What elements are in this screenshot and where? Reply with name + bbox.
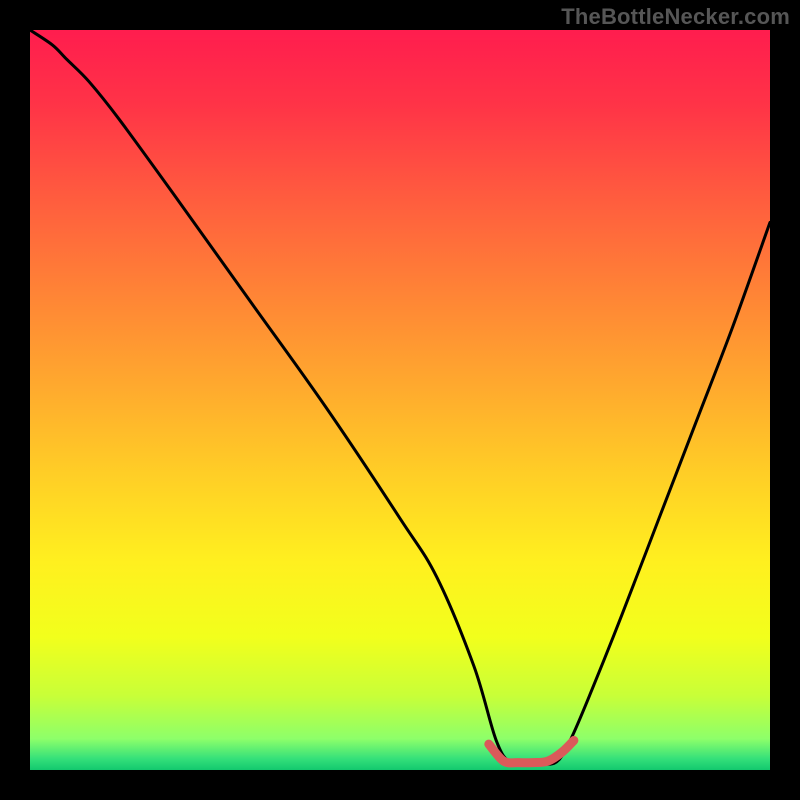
watermark-text: TheBottleNecker.com — [561, 4, 790, 30]
gradient-background — [30, 30, 770, 770]
chart-frame: TheBottleNecker.com — [0, 0, 800, 800]
plot-area — [30, 30, 770, 770]
chart-svg — [30, 30, 770, 770]
